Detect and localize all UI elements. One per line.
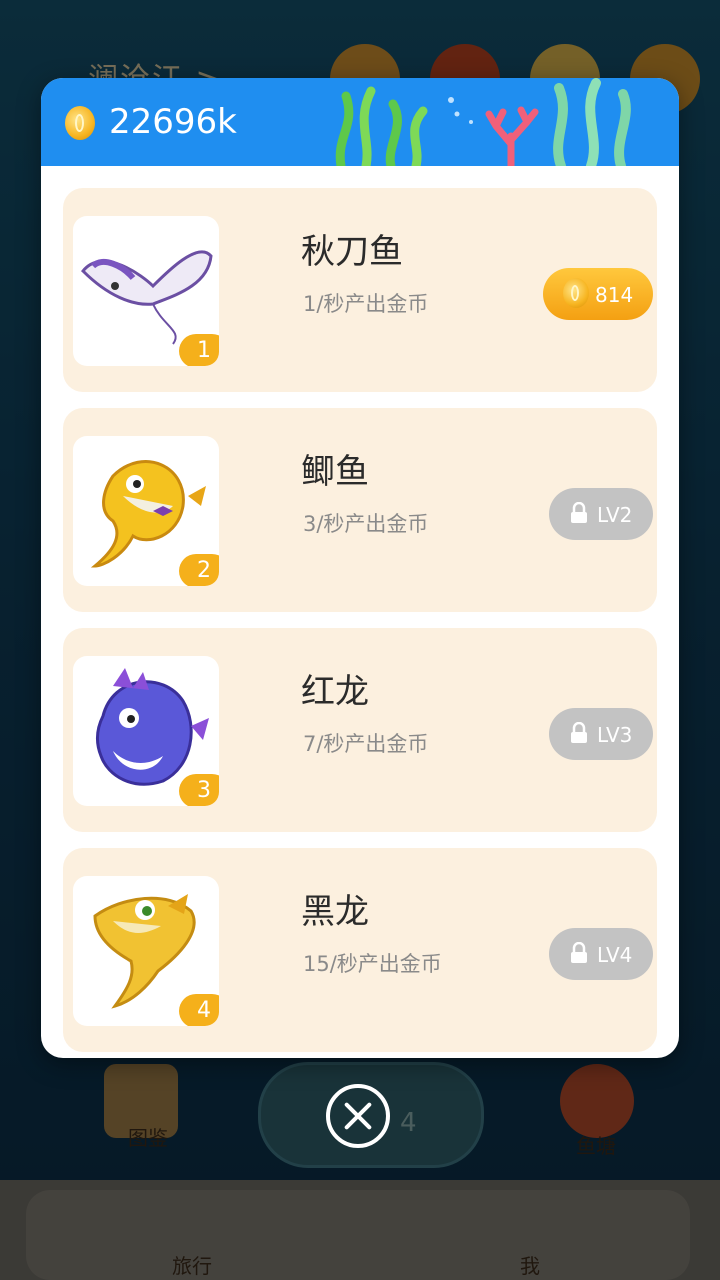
fish-thumbnail: 3 [73, 656, 219, 806]
fish-shop-modal: 22696k 1 秋刀鱼 1/秒产出金币 814 2 鲫鱼 3/秒产出金币 LV… [41, 78, 679, 1058]
coin-total: 22696k [109, 102, 237, 142]
buy-button[interactable]: 814 [543, 268, 653, 320]
lock-level-label: LV3 [597, 723, 633, 747]
lock-level-label: LV4 [597, 943, 633, 967]
coin-icon [65, 106, 95, 140]
buy-price: 814 [595, 283, 634, 307]
fish-card-3: 3 红龙 7/秒产出金币 LV3 [63, 628, 657, 832]
fish-rate: 7/秒产出金币 [303, 732, 429, 756]
fish-rate: 15/秒产出金币 [303, 952, 442, 976]
fish-name: 黑龙 [301, 892, 369, 932]
fish-card-2: 2 鲫鱼 3/秒产出金币 LV2 [63, 408, 657, 612]
fish-thumbnail: 1 [73, 216, 219, 366]
fish-thumbnail: 4 [73, 876, 219, 1026]
fish-level-badge: 2 [179, 554, 219, 586]
fish-name: 秋刀鱼 [301, 232, 403, 272]
fish-level-badge: 4 [179, 994, 219, 1026]
coin-icon [563, 278, 589, 308]
fish-name: 红龙 [301, 672, 369, 712]
bubbles-decoration-icon [448, 97, 473, 124]
fish-card-1: 1 秋刀鱼 1/秒产出金币 814 [63, 188, 657, 392]
locked-button[interactable]: LV4 [549, 928, 653, 980]
fish-level-badge: 3 [179, 774, 219, 806]
seaweed-decoration-icon [335, 86, 428, 166]
fish-rate: 3/秒产出金币 [303, 512, 429, 536]
fish-name: 鲫鱼 [301, 452, 369, 492]
coral-decoration-icon [485, 106, 539, 166]
fish-list[interactable]: 1 秋刀鱼 1/秒产出金币 814 2 鲫鱼 3/秒产出金币 LV2 3 红龙 … [41, 166, 679, 1058]
fish-rate: 1/秒产出金币 [303, 292, 429, 316]
fish-level-badge: 1 [179, 334, 219, 366]
lock-icon [571, 722, 587, 743]
locked-button[interactable]: LV3 [549, 708, 653, 760]
lock-icon [571, 942, 587, 963]
close-icon[interactable] [326, 1084, 390, 1148]
lock-icon [571, 502, 587, 523]
locked-button[interactable]: LV2 [549, 488, 653, 540]
kelp-decoration-icon [553, 78, 631, 166]
fish-card-4: 4 黑龙 15/秒产出金币 LV4 [63, 848, 657, 1052]
modal-header: 22696k [41, 78, 679, 166]
lock-level-label: LV2 [597, 503, 633, 527]
fish-thumbnail: 2 [73, 436, 219, 586]
